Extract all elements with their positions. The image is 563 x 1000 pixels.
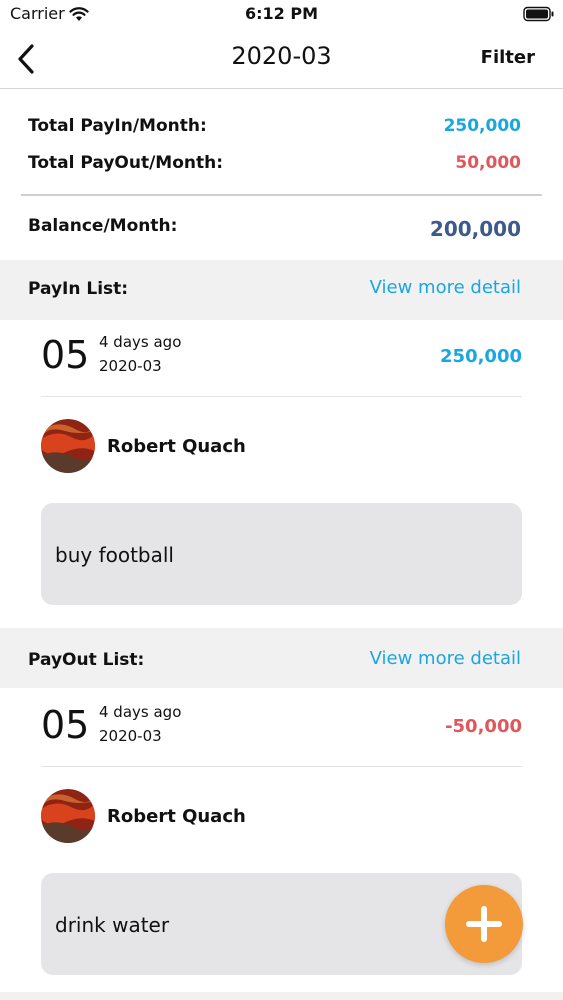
balance-label: Balance/Month: — [28, 216, 178, 236]
payout-user-name: Robert Quach — [107, 806, 246, 827]
item-divider — [41, 766, 522, 767]
battery-icon — [523, 6, 554, 22]
navigation-bar: 2020-03 Filter — [0, 32, 563, 89]
payin-amount: 250,000 — [440, 346, 522, 367]
payout-section-header: PayOut List: View more detail — [0, 628, 563, 688]
total-payin-value: 250,000 — [443, 116, 521, 136]
payin-list-title: PayIn List: — [28, 279, 129, 299]
payin-date: 2020-03 — [99, 357, 162, 375]
payin-relative-time: 4 days ago — [99, 333, 182, 351]
plus-icon — [466, 906, 502, 942]
total-payout-label: Total PayOut/Month: — [28, 153, 224, 173]
item-divider — [41, 396, 522, 397]
balance-row: Balance/Month: 200,000 — [28, 216, 521, 241]
payin-view-more-link[interactable]: View more detail — [370, 277, 521, 298]
total-payout-value: 50,000 — [455, 153, 521, 173]
filter-button[interactable]: Filter — [481, 47, 535, 68]
status-bar: Carrier 6:12 PM — [0, 0, 563, 32]
avatar-image — [41, 789, 95, 843]
payin-section-header: PayIn List: View more detail — [0, 260, 563, 320]
payin-note-box: buy football — [41, 503, 522, 605]
payin-note-text: buy football — [55, 543, 174, 567]
add-button[interactable] — [445, 885, 523, 963]
payout-view-more-link[interactable]: View more detail — [370, 648, 521, 669]
clock: 6:12 PM — [244, 4, 318, 23]
payin-day: 05 — [41, 333, 90, 377]
balance-value: 200,000 — [429, 217, 521, 241]
summary-divider — [21, 194, 542, 196]
payin-user-name: Robert Quach — [107, 436, 246, 457]
total-payin-row: Total PayIn/Month: 250,000 — [28, 116, 521, 136]
payout-day: 05 — [41, 703, 90, 747]
payout-note-text: drink water — [55, 913, 170, 937]
payin-list-item[interactable]: 05 4 days ago 2020-03 250,000 Robert Qua… — [41, 333, 522, 608]
total-payin-label: Total PayIn/Month: — [28, 116, 207, 136]
page-title: 2020-03 — [231, 42, 332, 70]
payout-relative-time: 4 days ago — [99, 703, 182, 721]
payout-date: 2020-03 — [99, 727, 162, 745]
avatar-image — [41, 419, 95, 473]
payout-list-title: PayOut List: — [28, 650, 145, 670]
payout-amount: -50,000 — [445, 716, 522, 737]
total-payout-row: Total PayOut/Month: 50,000 — [28, 153, 521, 173]
bottom-section-strip — [0, 992, 563, 1000]
